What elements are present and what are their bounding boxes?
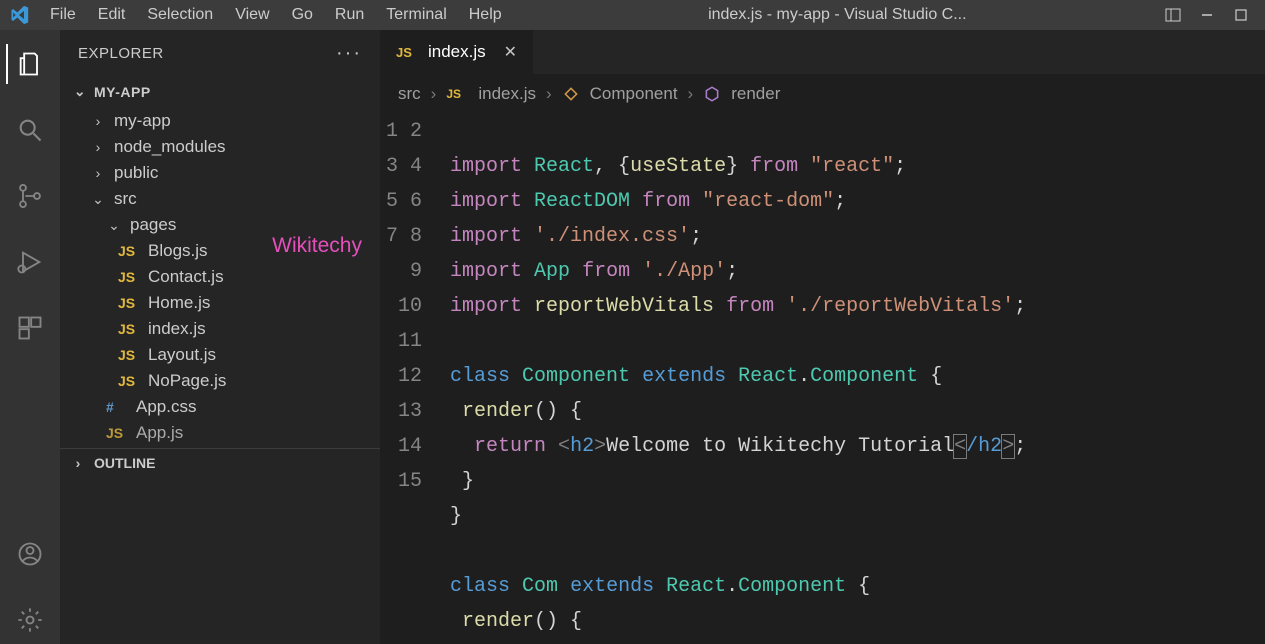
activity-bar [0, 30, 60, 644]
chevron-right-icon: › [546, 84, 552, 104]
window-controls [1163, 5, 1257, 25]
tree-label: index.js [148, 319, 206, 339]
js-file-icon: JS [118, 295, 140, 311]
tree-file-index[interactable]: JS index.js [60, 316, 380, 342]
explorer-more-icon[interactable]: ··· [336, 42, 362, 65]
activity-run-debug[interactable] [6, 238, 54, 286]
chevron-right-icon: › [90, 165, 106, 181]
tree-folder-node-modules[interactable]: › node_modules [60, 134, 380, 160]
css-file-icon: # [106, 399, 128, 415]
tree-label: public [114, 163, 158, 183]
activity-source-control[interactable] [6, 172, 54, 220]
breadcrumb-part[interactable]: render [731, 84, 780, 104]
tab-label: index.js [428, 42, 486, 62]
explorer-title: EXPLORER [78, 45, 164, 62]
activity-settings[interactable] [6, 596, 54, 644]
tree-label: App.css [136, 397, 196, 417]
layout-icon[interactable] [1163, 5, 1183, 25]
tree-file-app-css[interactable]: # App.css [60, 394, 380, 420]
editor-area: JS index.js ✕ src › JS index.js › Compon… [380, 30, 1265, 644]
menubar: File Edit Selection View Go Run Terminal… [40, 2, 512, 28]
titlebar: File Edit Selection View Go Run Terminal… [0, 0, 1265, 30]
menu-selection[interactable]: Selection [137, 2, 223, 28]
tree-label: Layout.js [148, 345, 216, 365]
tree-file-nopage[interactable]: JS NoPage.js [60, 368, 380, 394]
js-file-icon: JS [106, 425, 128, 441]
breadcrumb-part[interactable]: src [398, 84, 421, 104]
tree-folder-src[interactable]: ⌄ src [60, 186, 380, 212]
js-file-icon: JS [446, 87, 468, 101]
activity-extensions[interactable] [6, 304, 54, 352]
outline-label: OUTLINE [94, 455, 155, 471]
menu-run[interactable]: Run [325, 2, 374, 28]
vscode-logo-icon [8, 4, 30, 26]
tree-label: Contact.js [148, 267, 224, 287]
js-file-icon: JS [396, 45, 418, 60]
tab-bar: JS index.js ✕ [380, 30, 1265, 74]
tree-folder-my-app[interactable]: › my-app [60, 108, 380, 134]
activity-account[interactable] [6, 530, 54, 578]
menu-help[interactable]: Help [459, 2, 512, 28]
menu-file[interactable]: File [40, 2, 86, 28]
file-tree: Wikitechy › my-app › node_modules › publ… [60, 106, 380, 448]
js-file-icon: JS [118, 269, 140, 285]
window-title: index.js - my-app - Visual Studio C... [516, 6, 1159, 24]
outline-section[interactable]: › OUTLINE [60, 448, 380, 477]
line-gutter: 1 2 3 4 5 6 7 8 9 10 11 12 13 14 15 [380, 114, 440, 639]
tree-label: pages [130, 215, 176, 235]
menu-view[interactable]: View [225, 2, 279, 28]
js-file-icon: JS [118, 321, 140, 337]
tree-file-contact[interactable]: JS Contact.js [60, 264, 380, 290]
tree-label: my-app [114, 111, 171, 131]
tree-label: Home.js [148, 293, 210, 313]
tab-index-js[interactable]: JS index.js ✕ [380, 30, 534, 74]
activity-search[interactable] [6, 106, 54, 154]
method-icon [703, 85, 721, 103]
chevron-right-icon: › [90, 139, 106, 155]
breadcrumb-part[interactable]: index.js [478, 84, 536, 104]
tree-folder-public[interactable]: › public [60, 160, 380, 186]
breadcrumb[interactable]: src › JS index.js › Component › render [380, 74, 1265, 114]
chevron-down-icon: ⌄ [90, 191, 106, 208]
activity-explorer[interactable] [6, 40, 54, 88]
tree-file-layout[interactable]: JS Layout.js [60, 342, 380, 368]
watermark-text: Wikitechy [272, 234, 362, 258]
minimize-icon[interactable] [1197, 5, 1217, 25]
menu-terminal[interactable]: Terminal [376, 2, 456, 28]
menu-go[interactable]: Go [282, 2, 323, 28]
chevron-down-icon: ⌄ [72, 83, 88, 100]
project-section[interactable]: ⌄ MY-APP [60, 77, 380, 106]
breadcrumb-part[interactable]: Component [590, 84, 678, 104]
tree-label: src [114, 189, 137, 209]
js-file-icon: JS [118, 347, 140, 363]
chevron-right-icon: › [431, 84, 437, 104]
tree-file-app-js[interactable]: JS App.js [60, 420, 380, 446]
explorer-sidebar: EXPLORER ··· ⌄ MY-APP Wikitechy › my-app… [60, 30, 380, 644]
chevron-right-icon: › [70, 455, 86, 471]
chevron-right-icon: › [90, 113, 106, 129]
tree-file-home[interactable]: JS Home.js [60, 290, 380, 316]
project-name: MY-APP [94, 84, 151, 100]
chevron-down-icon: ⌄ [106, 217, 122, 234]
menu-edit[interactable]: Edit [88, 2, 136, 28]
chevron-right-icon: › [688, 84, 694, 104]
code-editor[interactable]: 1 2 3 4 5 6 7 8 9 10 11 12 13 14 15 impo… [380, 114, 1265, 639]
tree-label: App.js [136, 423, 183, 443]
js-file-icon: JS [118, 373, 140, 389]
js-file-icon: JS [118, 243, 140, 259]
tree-label: NoPage.js [148, 371, 226, 391]
maximize-icon[interactable] [1231, 5, 1251, 25]
tree-label: node_modules [114, 137, 226, 157]
tree-label: Blogs.js [148, 241, 208, 261]
close-icon[interactable]: ✕ [504, 42, 517, 62]
code-lines[interactable]: import React, {useState} from "react"; i… [440, 114, 1265, 639]
class-icon [562, 85, 580, 103]
